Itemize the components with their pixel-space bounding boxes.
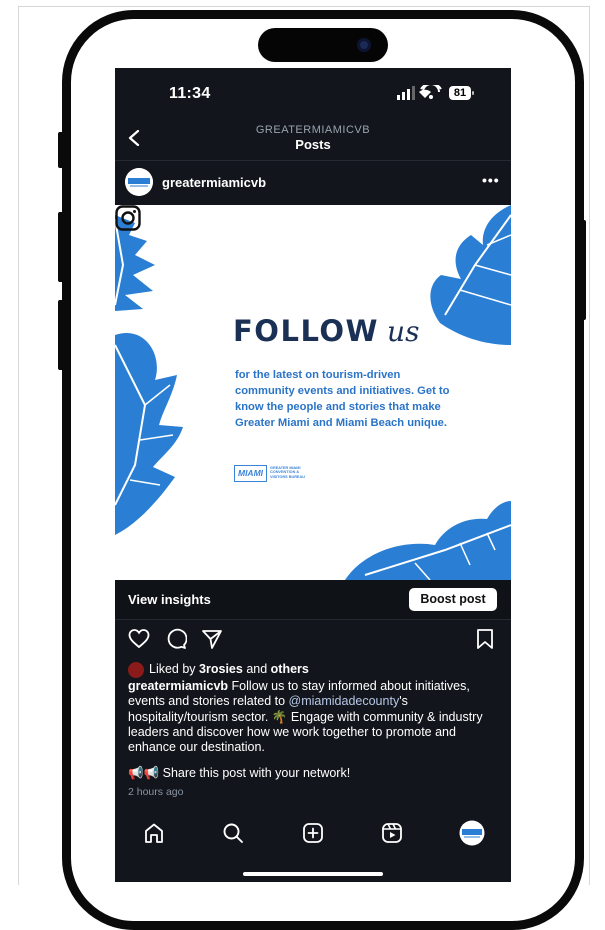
nav-subtitle: GREATERMIAMICVB: [255, 124, 371, 136]
avatar[interactable]: [125, 168, 153, 196]
nav-title: Posts: [295, 137, 331, 152]
gmcvb-logo: MIAMI GREATER MIAMI CONVENTION & VISITOR…: [233, 465, 321, 482]
status-icons: 81: [397, 82, 477, 103]
caption-username[interactable]: greatermiamicvb: [128, 679, 228, 693]
heart-icon[interactable]: [128, 628, 150, 650]
caption-mention[interactable]: @miamidadecounty: [289, 694, 400, 708]
more-options-icon[interactable]: •••: [482, 172, 500, 188]
share-icon[interactable]: [201, 628, 223, 650]
likes-joiner: and: [246, 662, 268, 676]
phone-screen: 11:34 81 GREATERMIAMICVB Posts greatermi…: [115, 68, 511, 882]
caption: greatermiamicvb Follow us to stay inform…: [128, 679, 500, 755]
liker-avatar[interactable]: [128, 662, 144, 678]
post-image-body: for the latest on tourism-driven communi…: [235, 367, 455, 431]
phone-side-button: [58, 300, 64, 370]
share-prompt: 📢📢 Share this post with your network!: [128, 766, 351, 780]
reels-icon[interactable]: [381, 822, 403, 844]
status-time: 11:34: [169, 85, 211, 102]
search-icon[interactable]: [222, 822, 244, 844]
likes-line: Liked by 3rosies and others: [128, 662, 309, 678]
divider: [115, 160, 511, 161]
comment-icon[interactable]: [165, 628, 187, 650]
follow-heading-script: us: [387, 315, 420, 348]
body-line: Greater Miami and Miami Beach unique.: [235, 417, 447, 429]
divider: [115, 619, 511, 620]
phone-side-button: [580, 220, 586, 320]
boost-post-button[interactable]: Boost post: [409, 588, 497, 611]
home-indicator: [243, 872, 383, 876]
likes-prefix: Liked by: [149, 662, 196, 676]
battery-nub: [472, 91, 474, 95]
create-icon[interactable]: [302, 822, 324, 844]
signal-icon: [397, 82, 442, 100]
leaf-shape: [345, 501, 511, 580]
camera-icon: [357, 38, 371, 52]
logo-miami: MIAMI: [234, 465, 267, 482]
likes-user[interactable]: 3rosies: [199, 662, 243, 676]
body-line: community events and initiatives. Get to: [235, 385, 450, 397]
instagram-icon: [115, 205, 141, 231]
bookmark-icon[interactable]: [474, 628, 496, 650]
profile-avatar[interactable]: [459, 820, 485, 846]
view-insights-link[interactable]: View insights: [128, 592, 211, 607]
logo-subtext-line: VISITORS BUREAU: [270, 474, 305, 479]
leaf-shape: [430, 205, 511, 345]
follow-heading-main: FOLLOW: [233, 314, 380, 348]
body-line: know the people and stories that make: [235, 401, 441, 413]
body-line: for the latest on tourism-driven: [235, 369, 401, 381]
post-timestamp: 2 hours ago: [128, 786, 184, 798]
logo-subtext: GREATER MIAMI CONVENTION & VISITORS BURE…: [270, 466, 325, 479]
likes-others[interactable]: others: [271, 662, 309, 676]
home-icon[interactable]: [143, 822, 165, 844]
follow-heading: FOLLOW us: [233, 314, 419, 348]
phone-side-button: [58, 212, 64, 282]
battery-icon: 81: [449, 86, 471, 100]
phone-side-button: [58, 132, 64, 168]
tab-bar: [115, 808, 511, 882]
post-username[interactable]: greatermiamicvb: [162, 175, 266, 190]
post-image[interactable]: FOLLOW us for the latest on tourism-drive…: [115, 205, 511, 580]
